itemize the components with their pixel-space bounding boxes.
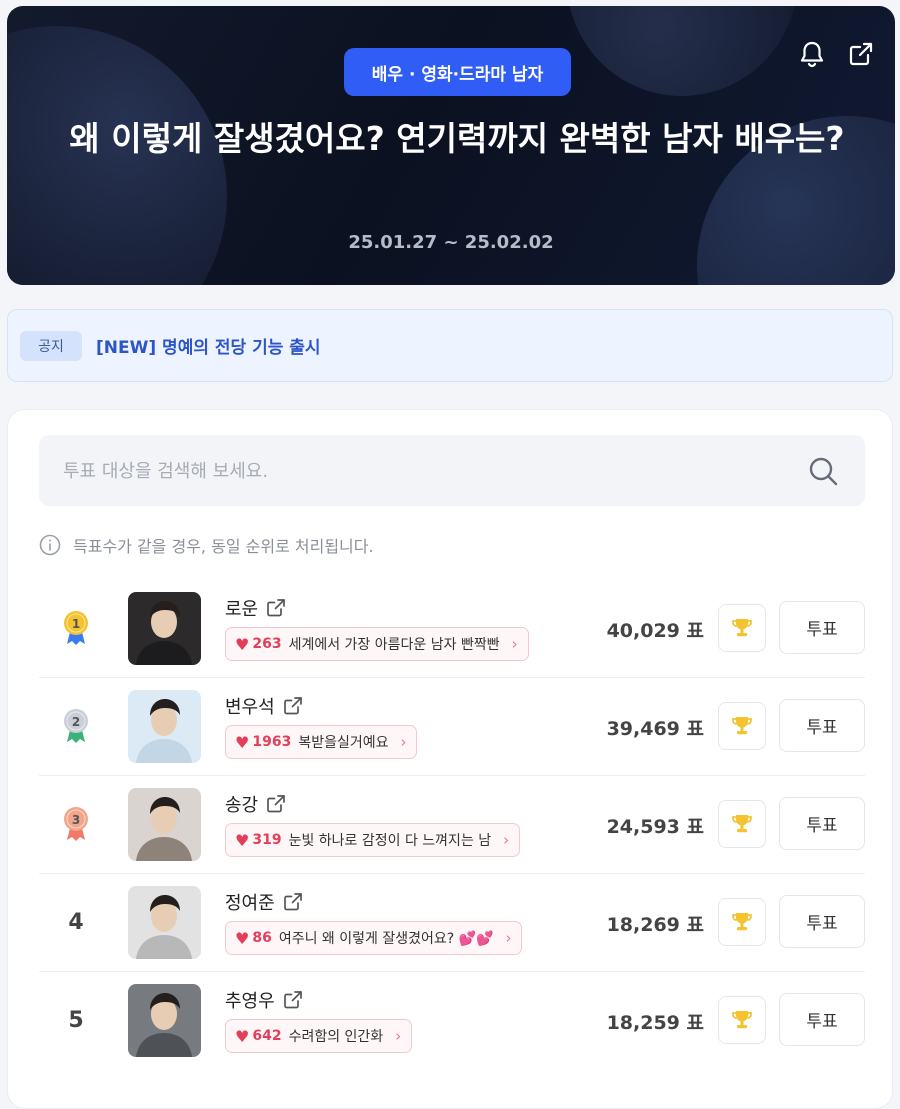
info-icon (39, 534, 61, 556)
candidate-name: 로운 (225, 599, 259, 620)
cheer-message[interactable]: ♥ 319 눈빛 하나로 감정이 다 느껴지는 남 › (225, 823, 521, 857)
external-link-icon[interactable] (283, 892, 303, 912)
trophy-button[interactable] (718, 604, 766, 652)
trophy-button[interactable] (718, 702, 766, 750)
cheer-count: 319 (252, 832, 282, 848)
cheer-message[interactable]: ♥ 1963 복받을실거예요 › (225, 725, 418, 759)
notice-tag: 공지 (20, 331, 82, 361)
heart-icon: ♥ (235, 634, 250, 654)
candidate-list: 1 로운 ♥ 263 세계에서 가장 아름다운 남자 빤짝빤 › 40,029 … (39, 580, 865, 1069)
candidate-photo[interactable] (128, 690, 201, 763)
cheer-text: 여주니 왜 이렇게 잘생겼어요? 💕💕 (278, 931, 494, 947)
external-link-icon[interactable] (266, 598, 286, 618)
candidate-photo[interactable] (128, 788, 201, 861)
ranking-card: 득표수가 같을 경우, 동일 순위로 처리됩니다. 1 로운 ♥ 263 세계에… (7, 409, 893, 1109)
svg-text:1: 1 (72, 617, 80, 631)
trophy-icon (732, 815, 752, 833)
heart-icon: ♥ (235, 1026, 250, 1046)
heart-icon: ♥ (235, 830, 250, 850)
vote-button[interactable]: 투표 (779, 993, 865, 1046)
candidate-name: 변우석 (225, 697, 275, 718)
candidate-name-link[interactable]: 정여준 (225, 889, 303, 915)
cheer-count: 1963 (252, 734, 292, 750)
candidate-name-link[interactable]: 추영우 (225, 987, 303, 1013)
trophy-icon (732, 1011, 752, 1029)
trophy-button[interactable] (718, 898, 766, 946)
external-link-icon[interactable] (283, 990, 303, 1010)
vote-count: 39,469 표 (606, 718, 704, 740)
vote-button[interactable]: 투표 (779, 699, 865, 752)
cheer-message[interactable]: ♥ 263 세계에서 가장 아름다운 남자 빤짝빤 › (225, 627, 529, 661)
candidate-name-link[interactable]: 송강 (225, 791, 286, 817)
trophy-icon (732, 717, 752, 735)
chevron-right-icon: › (503, 831, 510, 849)
candidate-photo[interactable] (128, 984, 201, 1057)
chevron-right-icon: › (505, 929, 512, 947)
search-box[interactable] (39, 435, 865, 508)
bell-icon[interactable] (796, 38, 828, 70)
vote-button[interactable]: 투표 (779, 895, 865, 948)
candidate-name: 송강 (225, 795, 259, 816)
heart-icon: ♥ (235, 732, 250, 752)
rank-number: 5 (68, 1007, 84, 1033)
external-link-icon[interactable] (266, 794, 286, 814)
heart-icon: ♥ (235, 928, 250, 948)
candidate-row-2: 2 변우석 ♥ 1963 복받을실거예요 › 39,469 표 투표 (39, 678, 865, 776)
cheer-text: 수려함의 인간화 (288, 1029, 384, 1045)
silver-medal-icon: 2 (51, 704, 101, 748)
rank: 5 (51, 998, 101, 1042)
external-link-icon[interactable] (283, 696, 303, 716)
rank-number: 4 (68, 909, 84, 935)
candidate-photo[interactable] (128, 592, 201, 665)
candidate-row-5: 5 추영우 ♥ 642 수려함의 인간화 › 18,259 표 투표 (39, 972, 865, 1069)
candidate-name-link[interactable]: 로운 (225, 595, 286, 621)
cheer-count: 642 (252, 1028, 282, 1044)
vote-count: 40,029 표 (606, 620, 704, 642)
bronze-medal-icon: 3 (51, 802, 101, 846)
search-input[interactable] (61, 435, 785, 508)
notice-banner[interactable]: 공지 [NEW] 명예의 전당 기능 출시 (7, 309, 893, 382)
candidate-name-link[interactable]: 변우석 (225, 693, 303, 719)
candidate-photo[interactable] (128, 886, 201, 959)
cheer-count: 263 (252, 636, 282, 652)
vote-count: 18,269 표 (606, 914, 704, 936)
vote-count: 18,259 표 (606, 1012, 704, 1034)
trophy-icon (732, 619, 752, 637)
svg-text:2: 2 (72, 715, 80, 729)
cheer-message[interactable]: ♥ 86 여주니 왜 이렇게 잘생겼어요? 💕💕 › (225, 921, 523, 955)
chevron-right-icon: › (400, 733, 407, 751)
chevron-right-icon: › (511, 635, 518, 653)
cheer-count: 86 (252, 930, 272, 946)
page-title: 왜 이렇게 잘생겼어요? 연기력까지 완벽한 남자 배우는? (69, 119, 845, 158)
notice-text[interactable]: [NEW] 명예의 전당 기능 출시 (96, 333, 321, 358)
cheer-text: 복받을실거예요 (298, 735, 389, 751)
candidate-name: 추영우 (225, 991, 275, 1012)
candidate-row-4: 4 정여준 ♥ 86 여주니 왜 이렇게 잘생겼어요? 💕💕 › 18,269 … (39, 874, 865, 972)
tie-info: 득표수가 같을 경우, 동일 순위로 처리됩니다. (39, 534, 374, 556)
tie-info-text: 득표수가 같을 경우, 동일 순위로 처리됩니다. (73, 537, 374, 556)
candidate-row-3: 3 송강 ♥ 319 눈빛 하나로 감정이 다 느껴지는 남 › 24,593 … (39, 776, 865, 874)
trophy-icon (732, 913, 752, 931)
vote-button[interactable]: 투표 (779, 797, 865, 850)
chevron-right-icon: › (395, 1027, 402, 1045)
vote-period: 25.01.27 ~ 25.02.02 (348, 232, 554, 253)
candidate-row-1: 1 로운 ♥ 263 세계에서 가장 아름다운 남자 빤짝빤 › 40,029 … (39, 580, 865, 678)
cheer-text: 눈빛 하나로 감정이 다 느껴지는 남 (288, 833, 492, 849)
trophy-button[interactable] (718, 800, 766, 848)
cheer-message[interactable]: ♥ 642 수려함의 인간화 › (225, 1019, 413, 1053)
cheer-text: 세계에서 가장 아름다운 남자 빤짝빤 (288, 637, 500, 653)
search-icon[interactable] (807, 455, 839, 487)
vote-count: 24,593 표 (606, 816, 704, 838)
hero-banner: 배우 · 영화·드라마 남자 왜 이렇게 잘생겼어요? 연기력까지 완벽한 남자… (7, 6, 895, 285)
svg-text:3: 3 (72, 813, 80, 827)
share-icon[interactable] (845, 38, 877, 70)
trophy-button[interactable] (718, 996, 766, 1044)
gold-medal-icon: 1 (51, 606, 101, 650)
candidate-name: 정여준 (225, 893, 275, 914)
category-badge: 배우 · 영화·드라마 남자 (344, 48, 571, 96)
vote-button[interactable]: 투표 (779, 601, 865, 654)
rank: 4 (51, 900, 101, 944)
